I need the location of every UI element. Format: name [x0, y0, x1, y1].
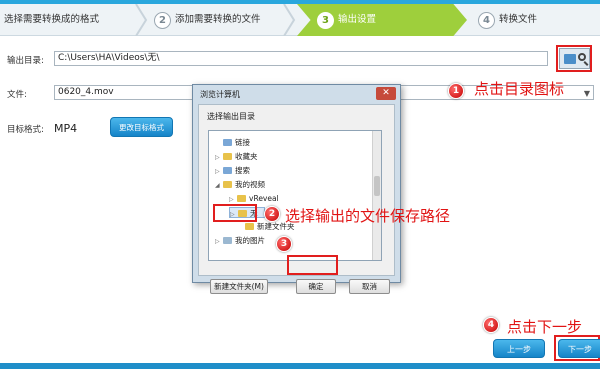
highlight-selected-folder: [213, 204, 257, 222]
target-format-value: MP4: [54, 122, 78, 135]
tree-item-my-videos[interactable]: ◢ 我的视频: [215, 179, 265, 190]
expand-arrow-icon[interactable]: ▷: [215, 152, 223, 163]
collapse-arrow-icon[interactable]: ◢: [215, 180, 223, 191]
step-2-label: 添加需要转换的文件: [175, 14, 261, 25]
chevron-down-icon: ▼: [583, 89, 590, 98]
folder-icon: [237, 195, 246, 202]
change-format-button[interactable]: 更改目标格式: [110, 117, 173, 137]
highlight-browse-button: [556, 45, 592, 72]
tree-scrollbar[interactable]: [372, 131, 381, 260]
ok-button[interactable]: 确定: [296, 279, 336, 294]
output-dir-label: 输出目录:: [7, 56, 44, 66]
cancel-button[interactable]: 取消: [349, 279, 390, 294]
pictures-folder-icon: [223, 237, 232, 244]
step-1-label: 选择需要转换成的格式: [4, 14, 100, 25]
tree-item-my-pictures[interactable]: ▷ 我的图片: [215, 235, 265, 246]
step-1-select-format[interactable]: 选择需要转换成的格式: [4, 4, 99, 36]
tree-item-label: 搜索: [235, 166, 250, 175]
output-dir-input[interactable]: C:\Users\HA\Videos\无\: [54, 51, 548, 66]
file-label: 文件:: [7, 90, 27, 100]
previous-step-button[interactable]: 上一步: [493, 339, 545, 358]
new-folder-button[interactable]: 新建文件夹(M): [210, 279, 268, 294]
search-folder-icon: [223, 167, 232, 174]
tree-item-favorites[interactable]: ▷ 收藏夹: [215, 151, 258, 162]
tree-item-links[interactable]: 链接: [215, 137, 250, 148]
step-2-add-files[interactable]: 2 添加需要转换的文件: [154, 4, 261, 36]
tree-item-label: 我的图片: [235, 236, 265, 245]
tree-item-search[interactable]: ▷ 搜索: [215, 165, 250, 176]
bottom-bar: [0, 363, 600, 369]
step-3-number: 3: [317, 11, 334, 29]
step-divider-icon: [283, 4, 296, 36]
dialog-subtitle: 选择输出目录: [207, 112, 255, 121]
expand-arrow-icon[interactable]: ▷: [215, 236, 223, 247]
step-marker-4: 4: [483, 317, 499, 333]
file-select-value: 0620_4.mov: [58, 87, 114, 97]
scroll-thumb[interactable]: [374, 176, 380, 196]
next-step-button[interactable]: 下一步: [558, 339, 600, 358]
dialog-panel: 选择输出目录 链接 ▷ 收藏夹 ▷ 搜索 ◢ 我的视频 ▷ vReveal ▷ 无 新建文…: [198, 104, 395, 294]
tree-item-vreveal[interactable]: ▷ vReveal: [229, 193, 279, 204]
tree-item-label: 收藏夹: [235, 152, 258, 161]
step-3-label: 输出设置: [338, 14, 377, 25]
folder-icon: [245, 223, 254, 230]
folder-icon: [223, 153, 232, 160]
highlight-ok-button: [287, 255, 338, 275]
annotation-click-dir-icon: 点击目录图标: [474, 80, 565, 98]
tree-item-label: 我的视频: [235, 180, 265, 189]
step-3-output-settings[interactable]: 3 输出设置: [297, 4, 467, 36]
link-folder-icon: [223, 139, 232, 146]
step-marker-2: 2: [264, 206, 280, 222]
step-progress-bar: 选择需要转换成的格式 2 添加需要转换的文件 3 输出设置 4 转换文件: [0, 4, 600, 36]
annotation-click-next: 点击下一步: [507, 318, 583, 336]
step-4-label: 转换文件: [499, 14, 538, 25]
close-icon[interactable]: ✕: [376, 87, 396, 100]
tree-item-label: vReveal: [249, 194, 279, 203]
step-4-convert[interactable]: 4 转换文件: [478, 4, 537, 36]
folder-tree[interactable]: 链接 ▷ 收藏夹 ▷ 搜索 ◢ 我的视频 ▷ vReveal ▷ 无 新建文件夹 ▷ 我的图…: [208, 130, 382, 261]
step-marker-1: 1: [448, 83, 464, 99]
step-divider-icon: [135, 4, 148, 36]
expand-arrow-icon[interactable]: ▷: [215, 166, 223, 177]
tree-item-label: 链接: [235, 138, 250, 147]
target-format-label: 目标格式:: [7, 125, 44, 135]
step-2-number: 2: [154, 11, 171, 29]
folder-icon: [223, 181, 232, 188]
browse-computer-dialog: 浏览计算机 ✕ 选择输出目录 链接 ▷ 收藏夹 ▷ 搜索 ◢ 我的视频 ▷ vRevea…: [192, 84, 401, 294]
step-marker-3: 3: [276, 236, 292, 252]
step-4-number: 4: [478, 11, 495, 29]
annotation-select-path: 选择输出的文件保存路径: [285, 207, 451, 225]
dialog-title: 浏览计算机: [200, 90, 240, 99]
